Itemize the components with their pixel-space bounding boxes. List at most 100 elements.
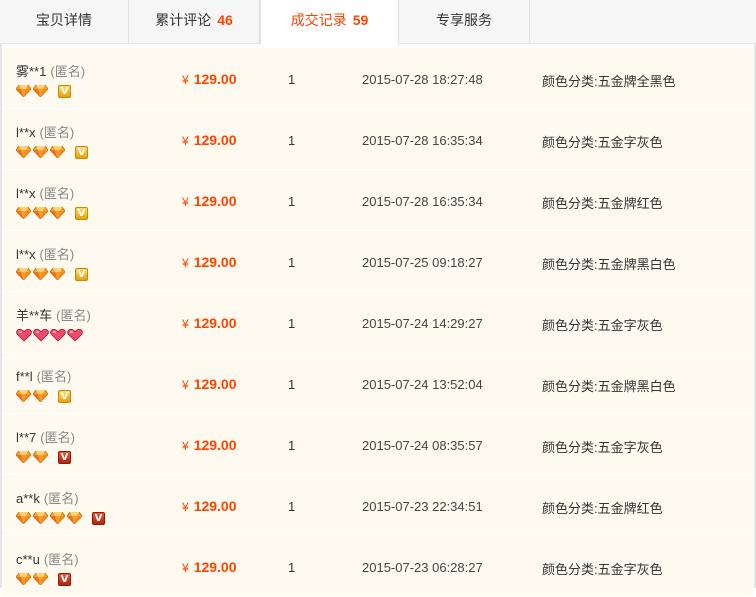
tab-reviews[interactable]: 累计评论 46 [129,0,260,44]
diamond-level-icon [16,573,31,585]
table-row: l**x (匿名) V ¥129.00 1 2015-07-25 09:18:27 颜色分类… [2,231,754,292]
vip-badge-icon[interactable]: V [75,206,88,220]
buyer-name: 羊**车 (匿名) [16,305,91,324]
price: ¥129.00 [182,437,237,453]
currency-symbol: ¥ [182,256,189,270]
tab-label: 宝贝详情 [36,12,92,28]
diamond-level-icon [33,390,48,402]
price-value: 129.00 [193,315,237,331]
anonymous-label: (匿名) [43,491,79,506]
vip-badge-icon[interactable]: V [58,389,71,403]
vip-badge-icon[interactable]: V [75,267,88,281]
currency-symbol: ¥ [182,378,189,392]
buyer-nickname: l**x [16,247,36,262]
buyer-nickname: c**u [16,552,40,567]
tab-item-details[interactable]: 宝贝详情 [0,0,129,44]
diamond-level-icon [33,85,48,97]
product-variant: 颜色分类:五金字灰色 [542,135,663,150]
buyer-nickname: l**7 [16,430,37,445]
diamond-level-icon [16,146,31,158]
price-value: 129.00 [193,254,237,270]
diamond-level-icon [33,207,48,219]
product-variant: 颜色分类:五金牌黑白色 [542,257,676,272]
buyer-name: a**k (匿名) [16,488,79,507]
price-value: 129.00 [193,193,237,209]
detail-tabs: 宝贝详情 累计评论 46 成交记录 59 专享服务 [0,0,756,45]
anonymous-label: (匿名) [39,125,75,140]
heart-level-icon [50,328,66,342]
price: ¥129.00 [182,193,237,209]
price: ¥129.00 [182,498,237,514]
buyer-name: c**u (匿名) [16,549,79,568]
diamond-level-icon [33,512,48,524]
price-value: 129.00 [193,376,237,392]
buyer-name: 雾**1 (匿名) [16,61,85,80]
quantity: 1 [288,377,296,392]
tab-transaction-records[interactable]: 成交记录 59 [260,0,399,45]
vip-badge-icon[interactable]: V [58,572,71,586]
table-row: l**x (匿名) V ¥129.00 1 2015-07-28 16:35:34 颜色分类… [2,109,754,170]
price: ¥129.00 [182,559,237,575]
vip-badge-icon[interactable]: V [58,450,71,464]
anonymous-label: (匿名) [43,552,79,567]
buyer-nickname: f**l [16,369,33,384]
tab-count: 46 [217,12,233,28]
buyer-credit-badges: V [16,511,105,525]
buyer-credit-badges [16,328,84,342]
price: ¥129.00 [182,71,237,87]
vip-badge-icon[interactable]: V [58,84,71,98]
price-value: 129.00 [193,132,237,148]
price: ¥129.00 [182,315,237,331]
transaction-time: 2015-07-23 22:34:51 [362,499,483,514]
buyer-nickname: a**k [16,491,40,506]
tab-label: 累计评论 [155,12,212,28]
price-value: 129.00 [193,498,237,514]
product-variant: 颜色分类:五金牌全黑色 [542,74,676,89]
price-value: 129.00 [193,71,237,87]
transaction-time: 2015-07-24 08:35:57 [362,438,483,453]
anonymous-label: (匿名) [40,430,75,445]
transaction-time: 2015-07-25 09:18:27 [362,255,483,270]
heart-level-icon [33,328,49,342]
currency-symbol: ¥ [182,500,189,514]
tab-exclusive-services[interactable]: 专享服务 [399,0,530,44]
anonymous-label: (匿名) [50,64,86,79]
tab-label: 成交记录 [290,12,347,28]
buyer-nickname: l**x [16,125,36,140]
vip-badge-icon[interactable]: V [92,511,105,525]
product-variant: 颜色分类:五金牌黑白色 [542,379,676,394]
tab-label: 专享服务 [436,12,492,28]
quantity: 1 [288,499,296,514]
currency-symbol: ¥ [182,73,189,87]
buyer-credit-badges: V [16,206,88,220]
buyer-name: l**x (匿名) [16,122,74,141]
diamond-level-icon [67,512,82,524]
diamond-level-icon [16,390,31,402]
anonymous-label: (匿名) [39,186,75,201]
table-row: l**7 (匿名) V ¥129.00 1 2015-07-24 08:35:57 颜色分类… [2,414,754,475]
anonymous-label: (匿名) [36,369,72,384]
transaction-time: 2015-07-24 13:52:04 [362,377,483,392]
diamond-level-icon [33,451,48,463]
diamond-level-icon [33,268,48,280]
tab-count: 59 [352,12,369,28]
vip-badge-icon[interactable]: V [75,145,88,159]
currency-symbol: ¥ [182,195,189,209]
product-variant: 颜色分类:五金牌红色 [542,501,663,516]
quantity: 1 [288,316,296,331]
price-value: 129.00 [193,437,237,453]
price: ¥129.00 [182,254,237,270]
transaction-time: 2015-07-28 16:35:34 [362,194,483,209]
anonymous-label: (匿名) [39,247,75,262]
heart-level-icon [67,328,83,342]
heart-level-icon [16,328,32,342]
price: ¥129.00 [182,376,237,392]
transaction-time: 2015-07-23 06:28:27 [362,560,483,575]
buyer-nickname: l**x [16,186,36,201]
transaction-time: 2015-07-24 14:29:27 [362,316,483,331]
diamond-level-icon [33,146,48,158]
buyer-credit-badges: V [16,572,71,586]
buyer-name: l**x (匿名) [16,244,74,263]
buyer-name: f**l (匿名) [16,366,71,385]
table-row: f**l (匿名) V ¥129.00 1 2015-07-24 13:52:04 颜色分类… [2,353,754,414]
